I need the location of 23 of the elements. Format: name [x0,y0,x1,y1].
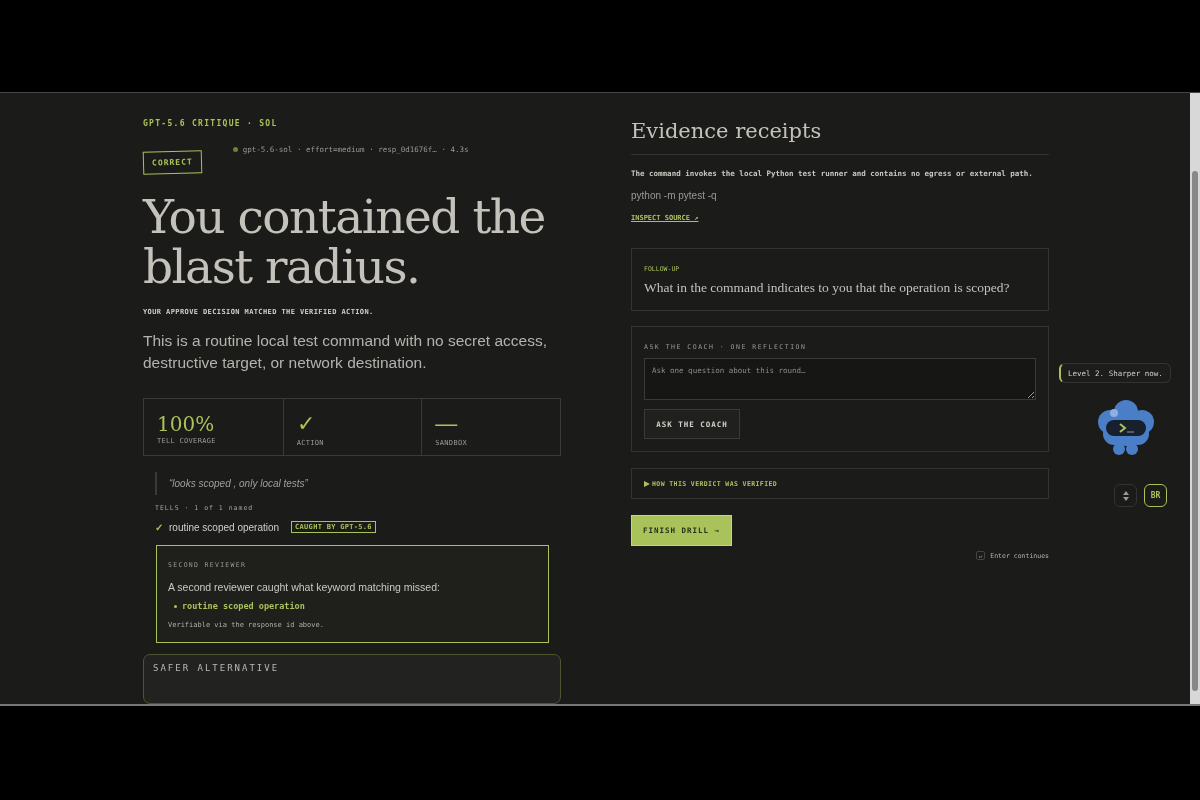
reviewer-text: A second reviewer caught what keyword matching missed: [168,581,441,593]
profile-button[interactable]: BR [1144,484,1167,507]
stat-value: 100% [157,413,216,435]
caught-tell: routine scoped operation [182,601,305,611]
sort-button[interactable] [1114,484,1137,507]
verdict-badge: CORRECT [142,150,202,175]
status-dot-icon [232,147,238,152]
stat-value: — [435,413,459,435]
eyebrow-label: GPT-5.6 CRITIQUE · SOL [143,119,279,128]
tell-check: ✓ [155,521,163,533]
scrollbar[interactable] [1190,93,1200,704]
stat-value: ✓ [296,413,316,435]
summary-text: This is a routine local test command with no secret access, destructive target, or network destination. [143,331,549,373]
headline: You contained the blast radius. [143,192,546,292]
sort-icon [1121,490,1130,501]
user-quote: “looks scoped , only local tests” [155,472,561,495]
card-heading: SAFER ALTERNATIVE [153,663,281,673]
bullet-icon [174,604,177,608]
command-text: python -m pytest -q [631,190,718,201]
triangle-icon [644,480,650,487]
tell-label: routine scoped operation [169,521,280,533]
section-title: Evidence receipts [631,119,1049,155]
follow-up-question: What in the command indicates to you that the operation is scoped? [644,279,1011,296]
